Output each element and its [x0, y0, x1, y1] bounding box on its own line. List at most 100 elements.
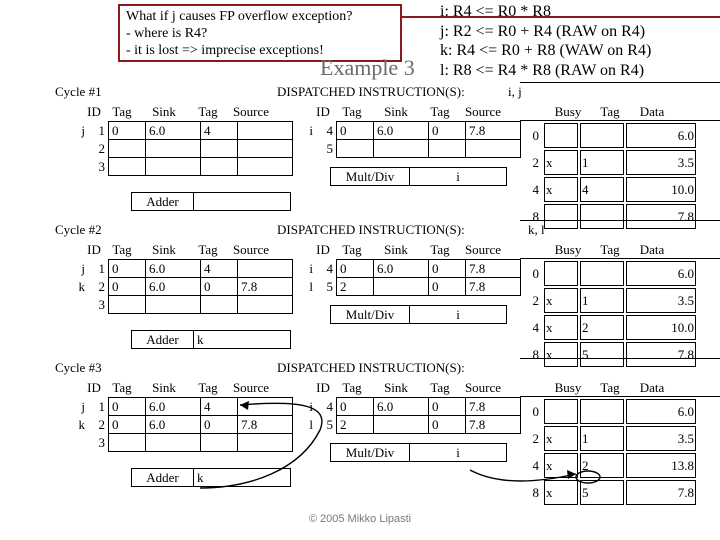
rs2-header-source: Source — [464, 380, 502, 395]
rs-header-tag: Tag — [112, 104, 132, 119]
cycle-1-busy-table: 0 6.0 2 x 1 3.5 4 x 4 10.0 8 7.8 — [520, 121, 698, 231]
cycle-3-left-rs: j 1 0 6.0 4 k 2 0 6.0 0 7.8 3 — [70, 397, 293, 452]
cell-sink: 6.0 — [373, 121, 429, 140]
cycle-1-left-rs: j 1 0 6.0 4 2 3 — [70, 121, 293, 176]
rs2-header-id: ID — [316, 104, 330, 119]
cell-tag2: 0 — [428, 259, 466, 278]
rs-header-id: ID — [87, 380, 101, 395]
row-id: 1 — [98, 122, 106, 138]
rs-header-tag2: Tag — [198, 242, 218, 257]
table-row: 3 — [70, 157, 293, 176]
row-id: 1 — [98, 398, 106, 414]
cell-source — [237, 121, 293, 140]
cell-data: 13.8 — [626, 453, 696, 478]
row-mark — [70, 140, 88, 158]
cell-sink: 6.0 — [373, 259, 429, 278]
cell-data: 3.5 — [626, 288, 696, 313]
rs2-header-id: ID — [316, 380, 330, 395]
cell-sink: 6.0 — [145, 415, 201, 434]
cell-tag — [108, 295, 146, 314]
cycle-2-dispatch-label: DISPATCHED INSTRUCTION(S): — [277, 222, 465, 237]
rs-header-tag: Tag — [112, 380, 132, 395]
cell-busy — [544, 261, 578, 286]
rs2-header-tag: Tag — [342, 380, 362, 395]
reg-id: 2 — [532, 292, 540, 308]
cell-data: 10.0 — [626, 177, 696, 202]
table-row: Mult/Div i — [330, 167, 507, 186]
cell-sink: 6.0 — [145, 277, 201, 296]
muldiv-label: Mult/Div — [330, 443, 410, 462]
table-row: j 1 0 6.0 4 — [70, 397, 293, 416]
table-row: Adder k — [131, 468, 291, 487]
table-row: Mult/Div i — [330, 443, 507, 462]
cell-tag: 2 — [336, 277, 374, 296]
adder-tag: k — [193, 330, 291, 349]
cell-source: 7.8 — [465, 121, 521, 140]
row-id: 2 — [98, 140, 106, 156]
table-row: 2 x 1 3.5 — [522, 288, 696, 313]
rs2-header-id: ID — [316, 242, 330, 257]
cell-sink — [145, 139, 201, 158]
cell-sink — [145, 157, 201, 176]
table-row: Adder — [131, 192, 291, 211]
rs-header-tag2: Tag — [198, 380, 218, 395]
table-row: 8 x 5 7.8 — [522, 480, 696, 505]
busy-header-data: Data — [639, 380, 665, 395]
cell-tag2 — [200, 295, 238, 314]
cell-tag2: 4 — [200, 397, 238, 416]
row-mark: i — [309, 398, 313, 414]
table-row: 0 6.0 — [522, 399, 696, 424]
cell-tag2: 0 — [428, 397, 466, 416]
table-row: 4 x 2 13.8 — [522, 453, 696, 478]
cell-busy: x — [544, 342, 578, 367]
busy-header-data: Data — [639, 104, 665, 119]
register-file-table: 0 6.0 2 x 1 3.5 4 x 4 10.0 8 7.8 — [520, 121, 698, 231]
cycle-3-muldiv-unit: Mult/Div i — [330, 443, 507, 462]
cycle-1-right-rs: i 4 0 6.0 0 7.8 5 — [300, 121, 521, 158]
rs-header-source: Source — [232, 380, 270, 395]
table-row: 3 — [70, 295, 293, 314]
cell-tag2: 0 — [200, 277, 238, 296]
busy-header-data: Data — [639, 242, 665, 257]
cell-sink: 6.0 — [145, 121, 201, 140]
cell-sink — [373, 415, 429, 434]
row-mark: i — [309, 122, 313, 138]
row-id: 3 — [98, 434, 106, 450]
rs-header-tag2: Tag — [198, 104, 218, 119]
row-id: 2 — [98, 416, 106, 432]
cell-tag: 5 — [580, 480, 624, 505]
reg-id: 4 — [532, 181, 540, 197]
cycle-2-muldiv-unit: Mult/Div i — [330, 305, 507, 324]
row-mark: l — [309, 278, 313, 294]
cell-source — [237, 295, 293, 314]
cell-tag: 1 — [580, 288, 624, 313]
rs-header-source: Source — [232, 104, 270, 119]
row-mark — [70, 296, 88, 314]
table-row: j 1 0 6.0 4 — [70, 121, 293, 140]
cell-tag: 2 — [580, 453, 624, 478]
busy-top-rule-2 — [520, 220, 720, 221]
cycle-3-dispatch-label: DISPATCHED INSTRUCTION(S): — [277, 360, 465, 375]
cell-data: 6.0 — [626, 399, 696, 424]
reg-id: 2 — [532, 154, 540, 170]
row-id: 4 — [326, 398, 334, 414]
cell-source — [237, 139, 293, 158]
cell-source — [237, 397, 293, 416]
cell-sink — [373, 139, 429, 158]
cell-tag: 0 — [108, 397, 146, 416]
cell-busy — [544, 123, 578, 148]
reservation-station-table: j 1 0 6.0 4 2 3 — [70, 121, 293, 176]
cell-busy: x — [544, 315, 578, 340]
reservation-station-table: j 1 0 6.0 4 k 2 0 6.0 0 7.8 3 — [70, 259, 293, 314]
callout-box: What if j causes FP overflow exception? … — [118, 4, 402, 62]
row-id: 5 — [326, 140, 334, 156]
table-row: i 4 0 6.0 0 7.8 — [300, 259, 521, 278]
table-row: 2 — [70, 139, 293, 158]
cycle-2-label: Cycle #2 — [55, 222, 102, 237]
table-row: 3 — [70, 433, 293, 452]
rs-header-sink: Sink — [152, 242, 176, 257]
reservation-station-table: i 4 0 6.0 0 7.8 5 — [300, 121, 521, 158]
cell-sink: 6.0 — [373, 397, 429, 416]
cell-data: 7.8 — [626, 480, 696, 505]
cell-source — [237, 259, 293, 278]
